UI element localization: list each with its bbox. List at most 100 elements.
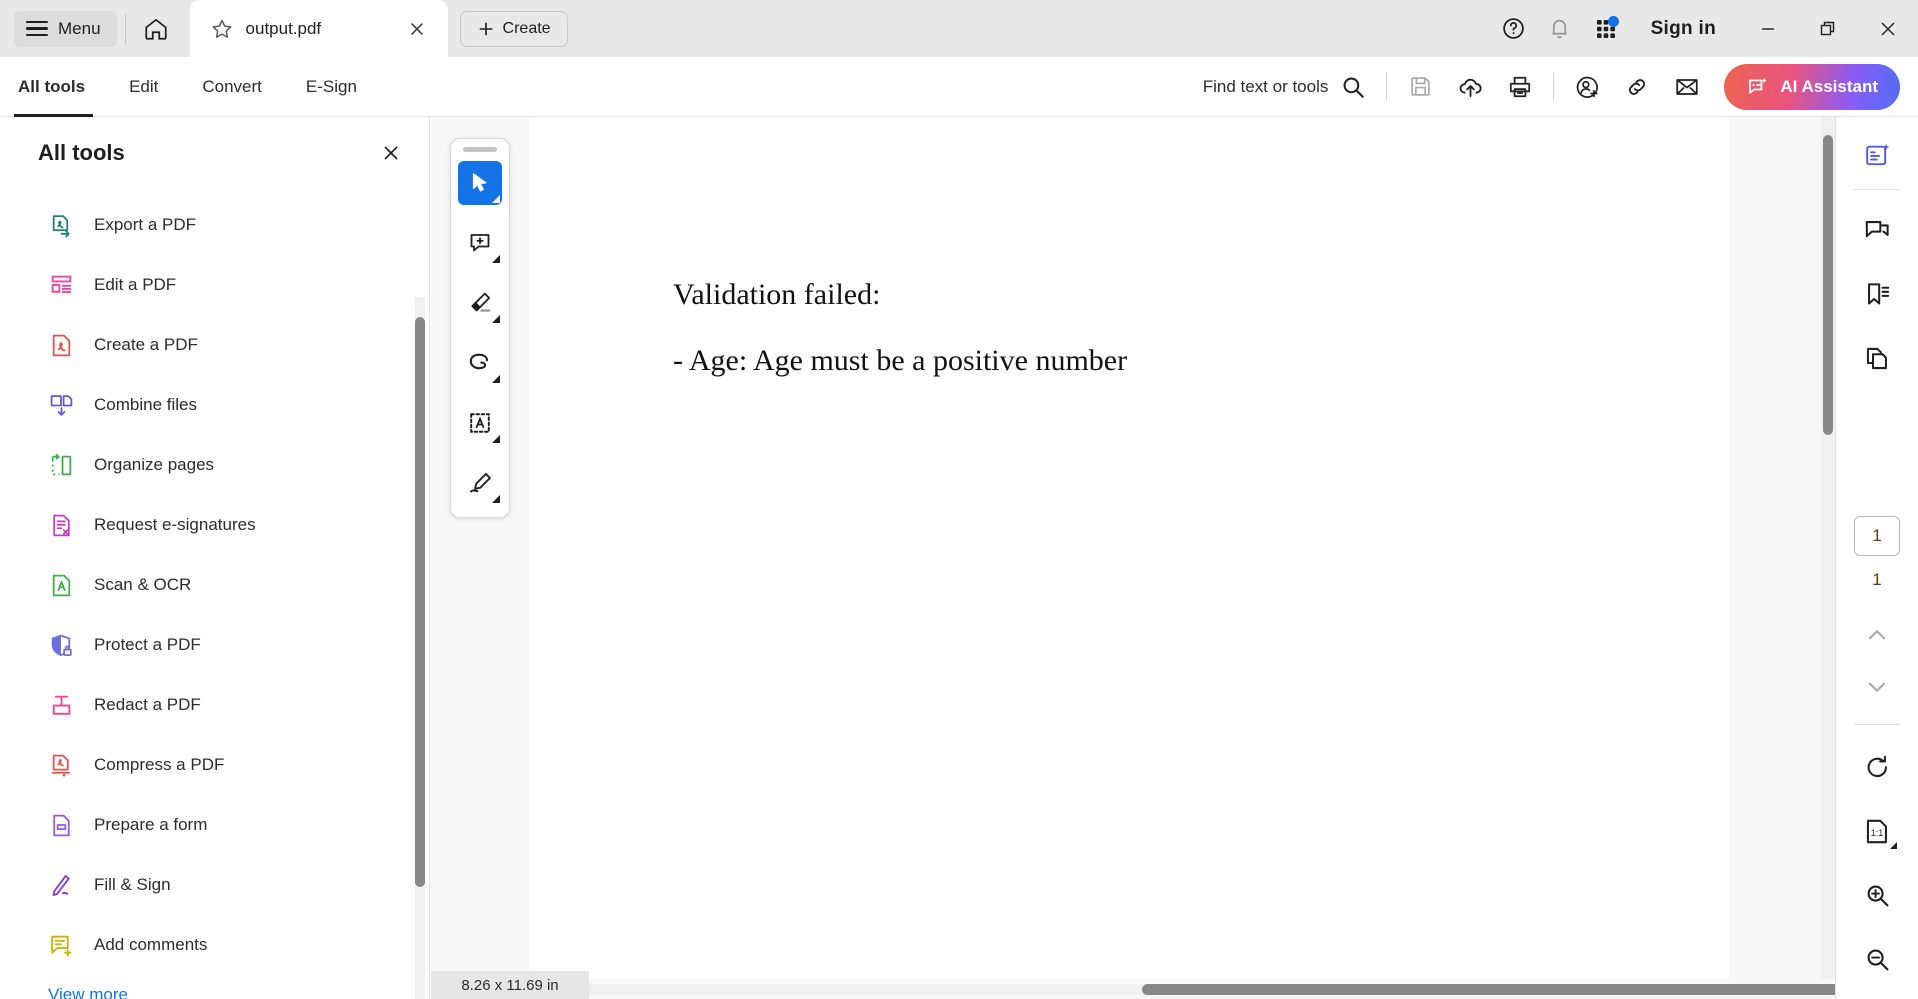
tool-options-caret-icon[interactable] [492, 255, 500, 263]
create-button[interactable]: Create [459, 10, 568, 47]
rotate-page-button[interactable] [1851, 741, 1903, 793]
home-button[interactable] [134, 7, 178, 51]
left-panel-scrollbar-thumb[interactable] [415, 317, 425, 887]
pages-panel-button[interactable] [1851, 332, 1903, 384]
tool-label: Export a PDF [94, 215, 197, 234]
tool-options-caret-icon[interactable] [492, 375, 500, 383]
document-vertical-scrollbar[interactable] [1821, 117, 1835, 979]
tool-label: Organize pages [94, 455, 215, 474]
tool-options-caret-icon[interactable] [492, 495, 500, 503]
close-panel-button[interactable] [375, 137, 407, 169]
find-text-or-tools-label[interactable]: Find text or tools [1203, 77, 1329, 97]
menu-button[interactable]: Menu [14, 10, 117, 47]
tool-options-caret-icon[interactable] [492, 315, 500, 323]
fit-page-button[interactable]: 1:1 [1851, 805, 1903, 857]
select-tool-button[interactable] [458, 161, 502, 205]
share-person-button[interactable] [1562, 62, 1612, 112]
all-tools-panel: All tools Export a PDF Edit a PDF Create… [0, 117, 430, 999]
apps-button[interactable] [1583, 6, 1629, 52]
tool-redact-a-pdf[interactable]: Redact a PDF [0, 675, 429, 735]
document-tab[interactable]: output.pdf [189, 0, 448, 57]
tool-export-a-pdf[interactable]: Export a PDF [0, 195, 429, 255]
tool-protect-a-pdf[interactable]: Protect a PDF [0, 615, 429, 675]
organize-pages-icon [48, 452, 74, 478]
ai-assistant-button[interactable]: AI Assistant [1724, 63, 1900, 110]
notification-bell-icon [1547, 16, 1572, 41]
sign-tool-button[interactable] [458, 461, 502, 505]
tool-fill-and-sign[interactable]: Fill & Sign [0, 855, 429, 915]
tool-scan-and-ocr[interactable]: Scan & OCR [0, 555, 429, 615]
pages-icon [1864, 345, 1891, 372]
tool-label: Protect a PDF [94, 635, 201, 654]
document-horizontal-scrollbar-thumb[interactable] [1142, 984, 1918, 995]
tab-edit[interactable]: Edit [107, 57, 180, 117]
tool-compress-a-pdf[interactable]: Compress a PDF [0, 735, 429, 795]
home-icon [143, 16, 169, 42]
print-button[interactable] [1495, 62, 1545, 112]
restore-window-icon [1818, 19, 1838, 39]
comments-panel-button[interactable] [1851, 204, 1903, 256]
bookmarks-panel-button[interactable] [1851, 268, 1903, 320]
tab-title: output.pdf [245, 18, 322, 38]
current-page-input[interactable]: 1 [1854, 516, 1900, 556]
tab-convert[interactable]: Convert [180, 57, 284, 117]
maximize-button[interactable] [1798, 0, 1858, 57]
chevron-down-icon [1864, 674, 1890, 700]
tab-esign[interactable]: E-Sign [284, 57, 379, 117]
plus-icon [477, 20, 495, 38]
tab-convert-label: Convert [202, 76, 262, 96]
help-button[interactable] [1491, 6, 1537, 52]
tab-close-icon[interactable] [404, 16, 430, 42]
tool-create-a-pdf[interactable]: Create a PDF [0, 315, 429, 375]
tool-combine-files[interactable]: Combine files [0, 375, 429, 435]
ai-summary-icon [1864, 142, 1891, 169]
divider [1854, 724, 1900, 725]
tool-options-caret-icon[interactable] [492, 195, 500, 203]
zoom-out-button[interactable] [1851, 933, 1903, 985]
minimize-icon [1758, 19, 1778, 39]
document-horizontal-scrollbar[interactable] [589, 984, 1918, 995]
all-tools-panel-header: All tools [0, 117, 429, 179]
tool-label: Add comments [94, 935, 208, 954]
save-button[interactable] [1395, 62, 1445, 112]
ai-summary-button[interactable] [1851, 129, 1903, 181]
zoom-in-button[interactable] [1851, 869, 1903, 921]
tool-add-comments[interactable]: Add comments [0, 915, 429, 975]
view-more-link[interactable]: View more [0, 975, 429, 999]
highlight-tool-button[interactable] [458, 281, 502, 325]
tool-label: Prepare a form [94, 815, 208, 834]
draw-shape-tool-button[interactable] [458, 341, 502, 385]
tool-organize-pages[interactable]: Organize pages [0, 435, 429, 495]
previous-page-button[interactable] [1852, 612, 1902, 658]
tool-options-caret-icon[interactable] [492, 435, 500, 443]
prepare-form-icon [48, 812, 74, 838]
add-comment-tool-button[interactable] [458, 221, 502, 265]
copy-link-button[interactable] [1612, 62, 1662, 112]
tab-esign-label: E-Sign [305, 76, 357, 96]
cloud-upload-button[interactable] [1445, 62, 1495, 112]
tool-request-e-signatures[interactable]: Request e-signatures [0, 495, 429, 555]
fit-page-caret-icon[interactable] [1890, 842, 1897, 849]
next-page-button[interactable] [1852, 664, 1902, 710]
tab-all-tools[interactable]: All tools [0, 57, 107, 117]
minimize-button[interactable] [1738, 0, 1798, 57]
comments-icon [1864, 217, 1891, 244]
save-icon [1408, 74, 1433, 99]
left-panel-scrollbar[interactable] [415, 297, 425, 999]
edit-pdf-icon [48, 272, 74, 298]
star-icon[interactable] [210, 17, 234, 41]
apps-badge-dot [1607, 15, 1619, 27]
add-text-tool-button[interactable] [458, 401, 502, 445]
close-window-button[interactable] [1858, 0, 1918, 57]
svg-text:1:1: 1:1 [1870, 828, 1883, 838]
create-pdf-icon [48, 332, 74, 358]
search-button[interactable] [1328, 62, 1378, 112]
email-button[interactable] [1662, 62, 1712, 112]
toolbar-drag-handle[interactable] [463, 147, 497, 152]
sign-in-button[interactable]: Sign in [1629, 18, 1738, 40]
tool-prepare-a-form[interactable]: Prepare a form [0, 795, 429, 855]
document-vertical-scrollbar-thumb[interactable] [1823, 135, 1833, 435]
redact-pdf-icon [48, 692, 74, 718]
tool-edit-a-pdf[interactable]: Edit a PDF [0, 255, 429, 315]
notifications-button[interactable] [1537, 6, 1583, 52]
